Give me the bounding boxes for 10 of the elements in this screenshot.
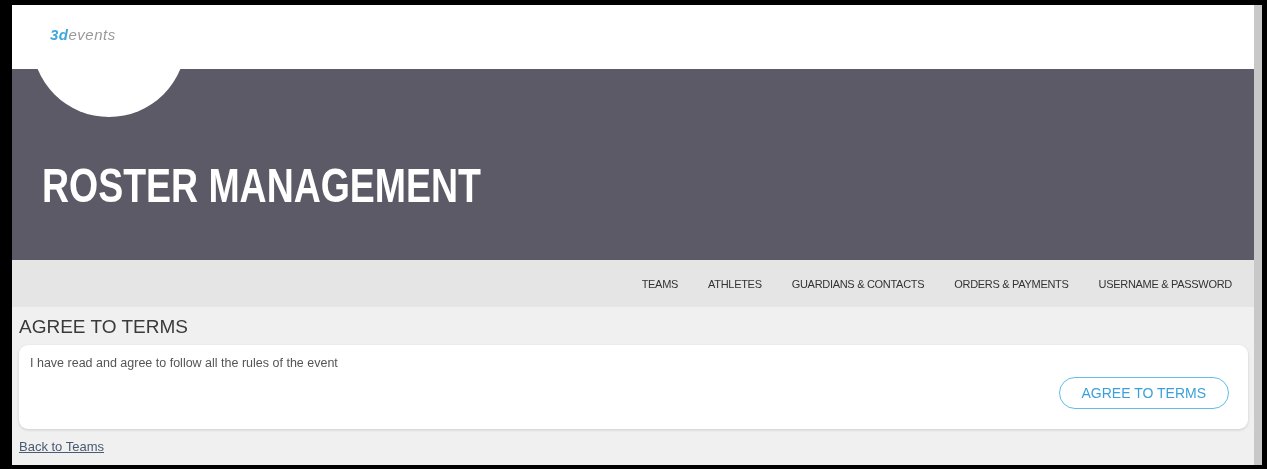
nav-link[interactable]: TEAMS — [641, 277, 679, 290]
nav-link[interactable]: USERNAME & PASSWORD — [1098, 277, 1232, 290]
scrollbar[interactable] — [1254, 5, 1262, 465]
section-heading: AGREE TO TERMS — [19, 317, 188, 336]
nav-link[interactable]: ATHLETES — [708, 277, 762, 290]
nav-link[interactable]: ORDERS & PAYMENTS — [954, 277, 1069, 290]
back-link[interactable]: Back to Teams — [19, 439, 105, 454]
terms-text: I have read and agree to follow all the rules of the event — [30, 356, 339, 370]
page-title: ROSTER MANAGEMENT — [42, 162, 481, 210]
nav-link[interactable]: GUARDIANS & CONTACTS — [791, 277, 925, 290]
